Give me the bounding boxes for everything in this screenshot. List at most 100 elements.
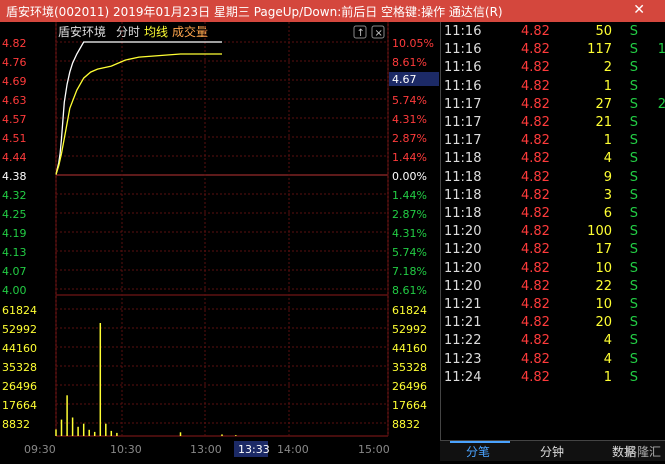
legend-volume: 成交量 <box>172 24 208 39</box>
trade-list[interactable]: 11:16 4.82 50 S 11:16 4.82 117 S 1 11:16 4.82 2 S 11:… <box>440 22 665 440</box>
trade-row[interactable]: 11:16 4.82 2 S <box>441 60 665 78</box>
trade-row[interactable]: 11:20 4.82 17 S <box>441 242 665 260</box>
trade-price: 4.82 <box>521 369 550 385</box>
intraday-chart[interactable]: 盾安环境 分时 均线 成交量 ↑ × 4.82 4.76 4.69 4.63 4.57 4… <box>0 22 440 460</box>
trade-row[interactable]: 11:16 4.82 117 S 1 <box>441 42 665 60</box>
trade-row[interactable]: 11:24 4.82 1 S <box>441 370 665 388</box>
trade-price: 4.82 <box>521 187 550 203</box>
x-tick-label: 15:00 <box>358 443 390 456</box>
volume-tick-label: 17664 <box>2 399 37 412</box>
trade-side: S <box>629 151 638 167</box>
trade-row[interactable]: 11:23 4.82 4 S <box>441 352 665 370</box>
trade-time: 11:24 <box>444 369 482 385</box>
volume-tick-label-right: 26496 <box>392 380 427 393</box>
trade-volume: 4 <box>603 151 612 167</box>
chart-svg[interactable]: 盾安环境 分时 均线 成交量 ↑ × 4.82 4.76 4.69 4.63 4.57 4… <box>0 22 440 460</box>
price-tick-label: 4.44 <box>2 151 27 164</box>
trade-row[interactable]: 11:20 4.82 10 S <box>441 261 665 279</box>
trade-time: 11:17 <box>444 133 482 149</box>
trade-row[interactable]: 11:16 4.82 50 S <box>441 24 665 42</box>
trade-row[interactable]: 11:18 4.82 4 S <box>441 151 665 169</box>
trade-time: 11:21 <box>444 315 482 331</box>
trade-time: 11:18 <box>444 187 482 203</box>
trade-price: 4.82 <box>521 224 550 240</box>
volume-tick-label-right: 8832 <box>392 418 420 431</box>
trade-side: S <box>629 60 638 76</box>
window-title: 盾安环境(002011) 2019年01月23日 星期三 PageUp/Down… <box>6 5 503 19</box>
volume-tick-label: 8832 <box>2 418 30 431</box>
pct-tick-label: 1.44% <box>392 189 427 202</box>
price-tick-label: 4.51 <box>2 132 27 145</box>
trade-side: S <box>629 206 638 221</box>
trade-row[interactable]: 11:18 4.82 6 S <box>441 206 665 224</box>
trade-row[interactable]: 11:17 4.82 1 S <box>441 133 665 151</box>
trade-time: 11:23 <box>444 351 482 367</box>
x-tick-label: 13:00 <box>190 443 222 456</box>
x-tick-label: 14:00 <box>277 443 309 456</box>
trade-side: S <box>629 351 638 367</box>
trade-volume: 4 <box>603 333 612 349</box>
trade-side: S <box>629 96 638 112</box>
trade-row[interactable]: 11:18 4.82 9 S <box>441 170 665 188</box>
trade-volume: 4 <box>603 351 612 367</box>
trade-price: 4.82 <box>521 351 550 367</box>
trade-time: 11:16 <box>444 42 482 58</box>
trade-row[interactable]: 11:17 4.82 27 S 2 <box>441 97 665 115</box>
trade-volume: 50 <box>595 24 612 39</box>
price-tick-label: 4.25 <box>2 208 27 221</box>
close-chart-icon-glyph: × <box>375 28 383 39</box>
trade-row[interactable]: 11:20 4.82 100 S <box>441 224 665 242</box>
trade-volume: 27 <box>595 96 612 112</box>
trade-price: 4.82 <box>521 60 550 76</box>
volume-tick-label-right: 44160 <box>392 342 427 355</box>
trade-volume: 3 <box>603 187 612 203</box>
pct-tick-label: 2.87% <box>392 132 427 145</box>
trade-row[interactable]: 11:16 4.82 1 S <box>441 79 665 97</box>
pct-tick-label: 8.61% <box>392 56 427 69</box>
current-price-tag-text: 4.67 <box>392 73 417 86</box>
trade-time: 11:20 <box>444 224 482 240</box>
price-tick-label: 4.76 <box>2 56 27 69</box>
trade-row[interactable]: 11:21 4.82 10 S <box>441 297 665 315</box>
trade-volume: 6 <box>603 206 612 221</box>
pct-tick-label: 4.31% <box>392 113 427 126</box>
pct-tick-label: 1.44% <box>392 151 427 164</box>
legend-mode: 分时 <box>116 25 140 39</box>
trade-row[interactable]: 11:21 4.82 20 S <box>441 315 665 333</box>
trade-volume: 1 <box>603 78 612 94</box>
tab-trades[interactable]: 分笔 <box>466 443 490 460</box>
close-icon[interactable]: ✕ <box>633 2 645 18</box>
price-tick-label: 4.00 <box>2 284 27 297</box>
pct-tick-label: 7.18% <box>392 265 427 278</box>
volume-tick-label-right: 61824 <box>392 304 427 317</box>
trade-side: S <box>629 224 638 240</box>
trade-side: S <box>629 133 638 149</box>
trade-volume: 2 <box>603 60 612 76</box>
price-tick-label: 4.57 <box>2 113 27 126</box>
trade-price: 4.82 <box>521 42 550 58</box>
trade-time: 11:18 <box>444 169 482 185</box>
trade-side: S <box>629 24 638 39</box>
trade-row[interactable]: 11:20 4.82 22 S <box>441 279 665 297</box>
trade-side: S <box>629 78 638 94</box>
tab-minutes[interactable]: 分钟 <box>540 443 564 460</box>
price-tick-label: 4.69 <box>2 75 27 88</box>
trade-price: 4.82 <box>521 242 550 258</box>
watermark: 格隆汇 <box>624 445 661 459</box>
pct-tick-label: 0.00% <box>392 170 427 183</box>
trade-row[interactable]: 11:17 4.82 21 S <box>441 115 665 133</box>
trade-row[interactable]: 11:18 4.82 3 S <box>441 188 665 206</box>
expand-icon-glyph: ↑ <box>357 28 365 39</box>
trade-side: S <box>629 169 638 185</box>
trade-side: S <box>629 333 638 349</box>
x-tick-label: 09:30 <box>24 443 56 456</box>
trade-row[interactable]: 11:22 4.82 4 S <box>441 333 665 351</box>
tab-bar: 分笔 分钟 数据 格隆汇 <box>440 440 665 461</box>
trade-side: S <box>629 278 638 294</box>
trade-price: 4.82 <box>521 24 550 39</box>
trade-price: 4.82 <box>521 78 550 94</box>
trade-volume: 22 <box>595 278 612 294</box>
trade-volume: 100 <box>587 224 612 240</box>
trade-time: 11:20 <box>444 242 482 258</box>
trade-volume: 117 <box>587 42 612 58</box>
